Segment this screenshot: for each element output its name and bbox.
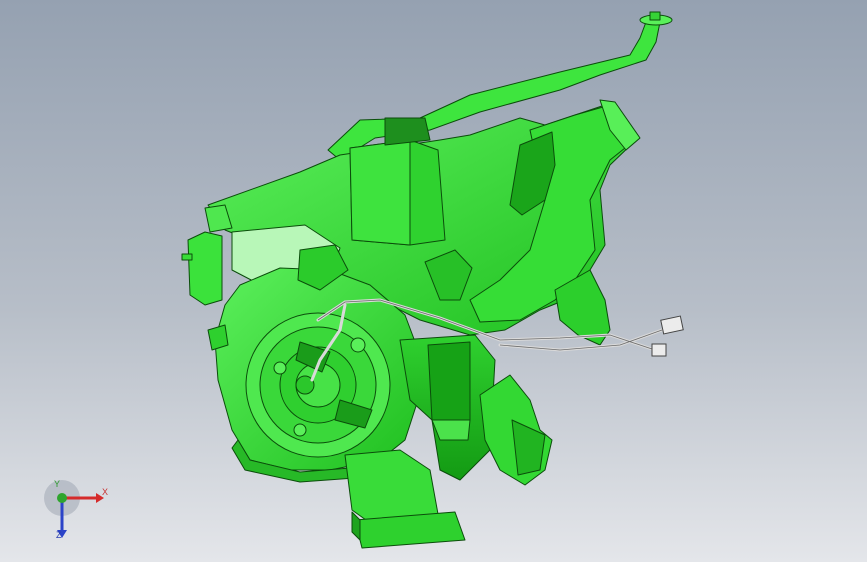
- x-axis-label: X: [102, 487, 109, 497]
- connector-b: [651, 343, 667, 357]
- axis-triad: X Y Z: [40, 478, 120, 548]
- connector-a: [660, 315, 684, 335]
- z-axis-label: Z: [56, 530, 62, 540]
- hvac-assembly-model[interactable]: [0, 0, 867, 562]
- left-bracket: [187, 231, 223, 306]
- y-axis-label: Y: [54, 479, 61, 489]
- cad-viewport[interactable]: X Y Z: [0, 0, 867, 562]
